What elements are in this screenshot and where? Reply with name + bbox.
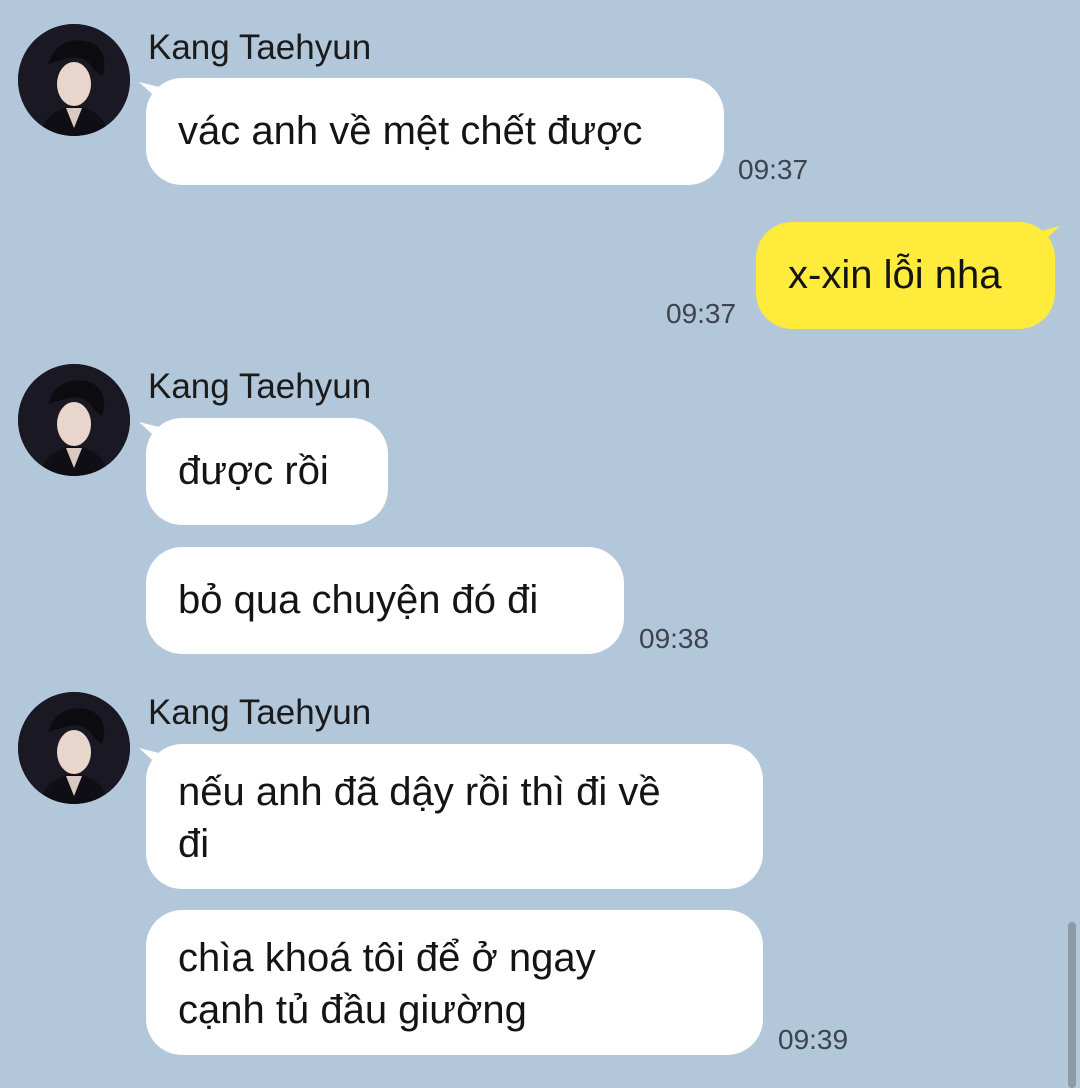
message-bubble[interactable]: nếu anh đã dậy rồi thì đi về đi — [146, 744, 763, 889]
sender-name: Kang Taehyun — [148, 28, 372, 67]
sender-name: Kang Taehyun — [148, 367, 372, 406]
message-time: 09:37 — [738, 154, 809, 185]
message-text: nếu anh đã dậy rồi thì đi về đi — [178, 770, 661, 866]
message-text: được rồi — [178, 449, 329, 493]
message-bubble[interactable]: vác anh về mệt chết được — [146, 78, 724, 185]
scrollbar[interactable] — [1068, 922, 1076, 1088]
message-text: bỏ qua chuyện đó đi — [178, 578, 539, 622]
message-bubble[interactable]: chìa khoá tôi để ở ngay cạnh tủ đầu giườ… — [146, 910, 763, 1055]
message-time: 09:37 — [666, 298, 737, 329]
contact-avatar[interactable] — [18, 24, 130, 136]
message-text: vác anh về mệt chết được — [178, 109, 643, 153]
contact-avatar[interactable] — [18, 364, 130, 476]
message-text: x-xin lỗi nha — [788, 253, 1002, 297]
chat-screen: { "chat": { "contact_name": "Kang Taehyu… — [0, 0, 1080, 1088]
my-message-bubble[interactable]: x-xin lỗi nha — [756, 222, 1055, 329]
message-bubble[interactable]: được rồi — [146, 418, 388, 525]
message-text: chìa khoá tôi để ở ngay cạnh tủ đầu giườ… — [178, 936, 596, 1032]
message-time: 09:38 — [639, 623, 710, 654]
message-bubble[interactable]: bỏ qua chuyện đó đi — [146, 547, 624, 654]
sender-name: Kang Taehyun — [148, 693, 372, 732]
contact-avatar[interactable] — [18, 692, 130, 804]
message-time: 09:39 — [778, 1024, 849, 1055]
